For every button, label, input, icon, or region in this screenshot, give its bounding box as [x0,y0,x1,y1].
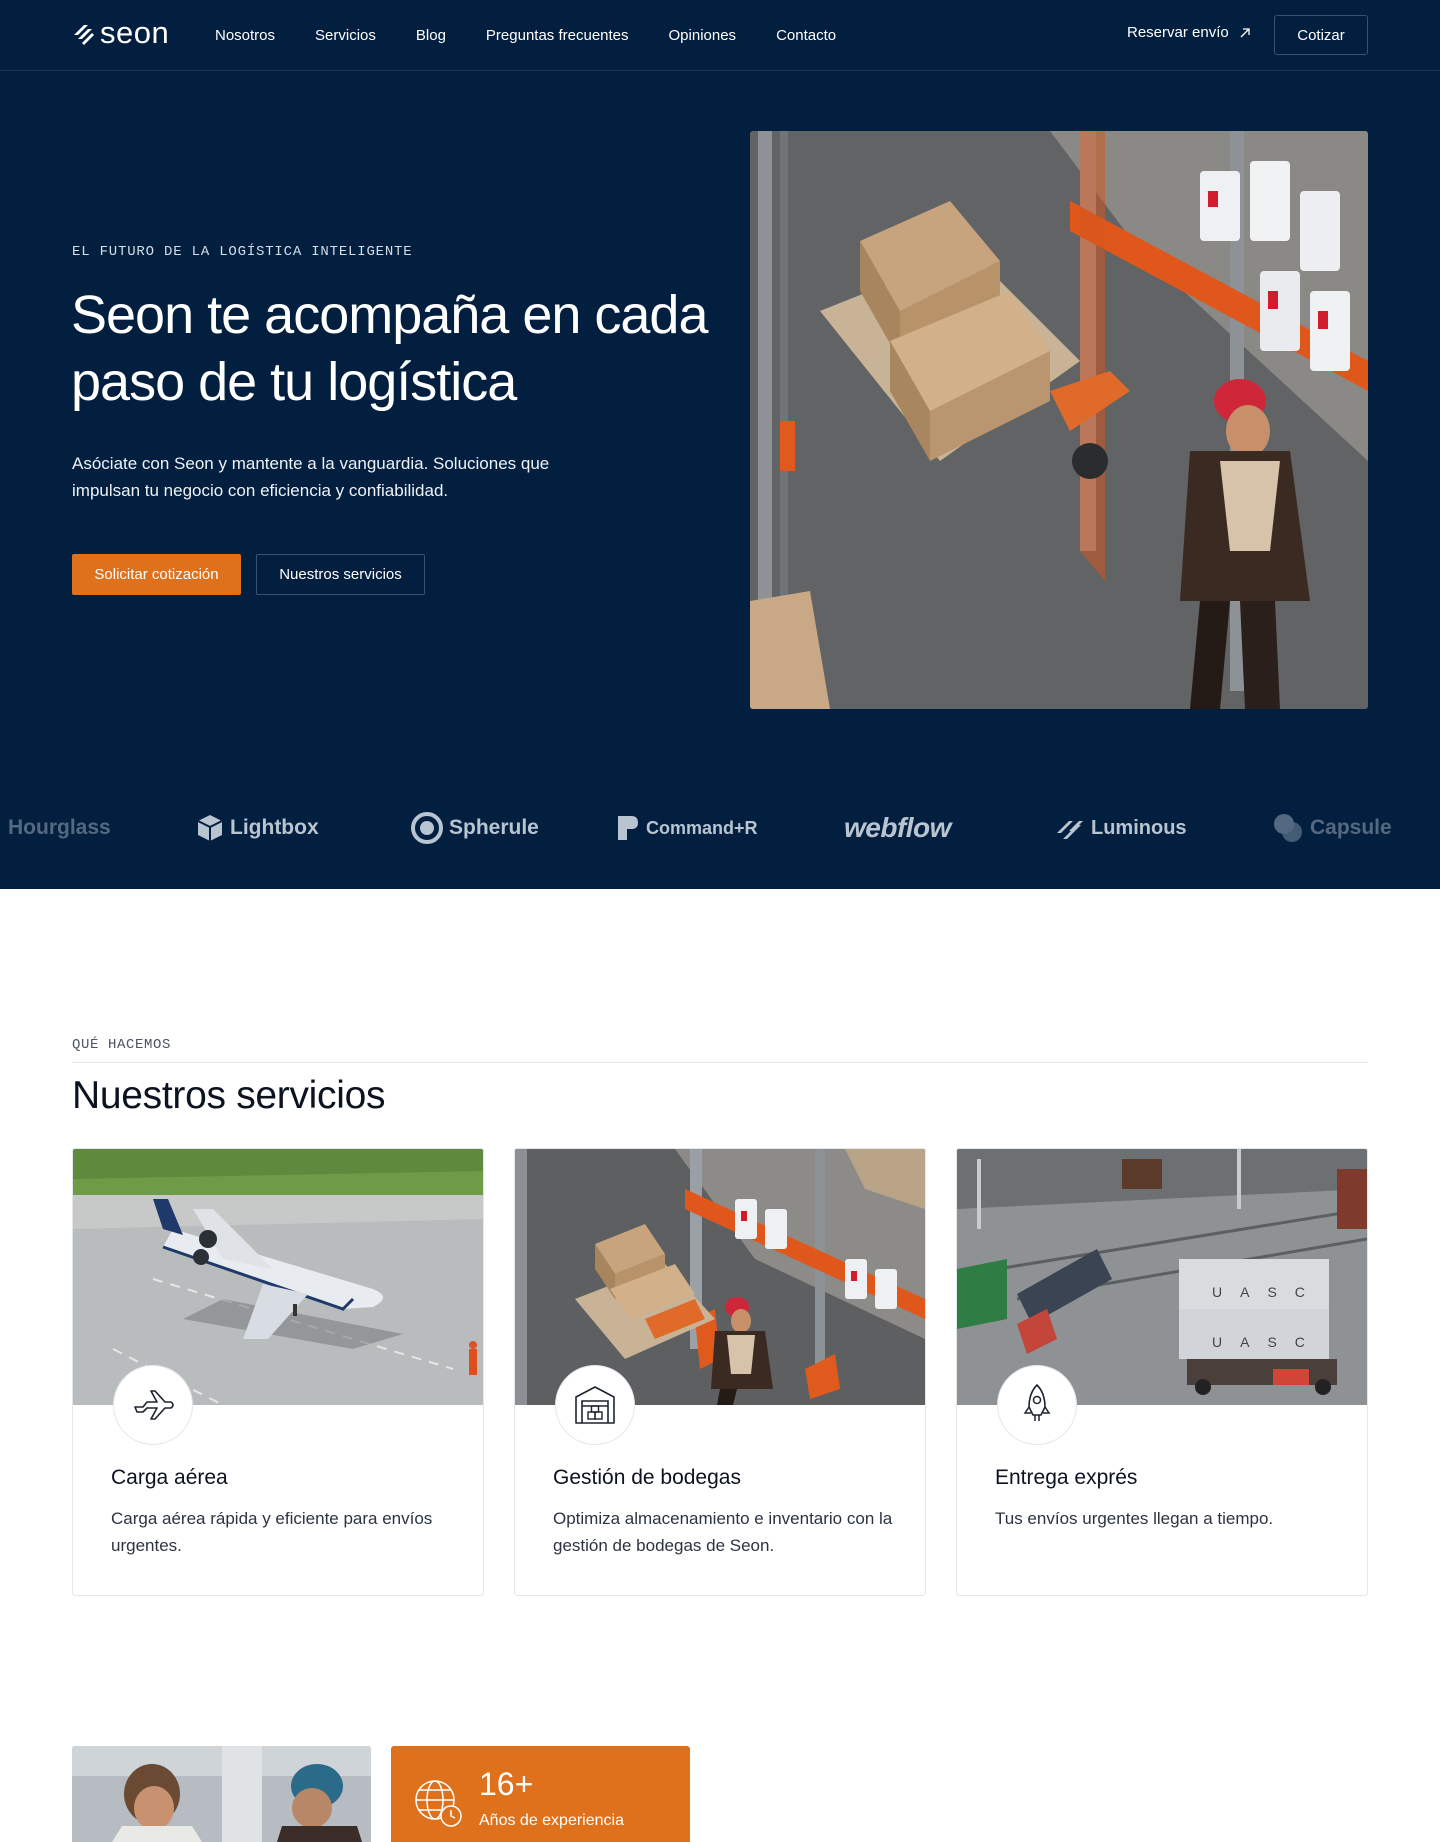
sphere-icon [411,812,443,844]
services-title: Nuestros servicios [72,1074,386,1117]
services-divider [72,1062,1368,1063]
airplane-image [73,1149,483,1405]
card-description: Tus envíos urgentes llegan a tiempo. [995,1509,1274,1528]
cube-icon [197,815,223,841]
service-card-express[interactable]: UASC UASC Entrega exprés Tus envíos urge… [956,1148,1368,1596]
seon-logo-icon [74,25,94,45]
warehouse-icon [575,1386,615,1424]
hero-subtitle: Asóciate con Seon y mantente a la vangua… [72,454,550,500]
warehouse-image [515,1149,925,1405]
card-title: Gestión de bodegas [553,1466,741,1489]
partner-logo-commandr: Command+R [616,803,758,853]
service-card-warehouse[interactable]: Gestión de bodegas Optimiza almacenamien… [514,1148,926,1596]
nav-item-nosotros[interactable]: Nosotros [215,27,275,44]
svg-text:UASC: UASC [1212,1334,1323,1350]
partner-name: Luminous [1091,816,1187,839]
partner-name: Spherule [449,816,539,839]
nav-item-preguntas[interactable]: Preguntas frecuentes [486,27,629,44]
nav-item-contacto[interactable]: Contacto [776,27,836,44]
partner-name: Lightbox [230,816,319,839]
card-description: Optimiza almacenamiento e inventario con… [553,1509,893,1555]
card-description: Carga aérea rápida y eficiente para enví… [111,1509,433,1555]
airplane-icon [134,1390,174,1420]
partner-logos: Hourglass Lightbox Spherule Command+R we… [0,803,1440,853]
nav-item-blog[interactable]: Blog [416,27,446,44]
partner-name: webflow [844,812,951,843]
seon-logo[interactable]: seon [72,15,170,50]
card-title: Carga aérea [111,1466,228,1489]
quote-button[interactable]: Cotizar [1274,15,1368,55]
reserve-link[interactable]: Reservar envío [1127,24,1251,41]
partner-logo-hourglass: Hourglass [8,803,111,853]
hero-section: EL FUTURO DE LA LOGÍSTICA INTELIGENTE Se… [0,71,1440,889]
stripes-icon [1057,821,1083,839]
request-quote-button[interactable]: Solicitar cotización [72,554,241,595]
card-title: Entrega exprés [995,1466,1138,1489]
main-nav: Nosotros Servicios Blog Preguntas frecue… [215,0,876,70]
partner-logo-lightbox: Lightbox [196,803,319,853]
reserve-label: Reservar envío [1127,24,1229,41]
rocket-icon [1023,1384,1051,1421]
services-eyebrow: QUÉ HACEMOS [72,1037,172,1053]
arrow-up-right-icon [1240,27,1250,37]
experience-stat-card: 16+ Años de experiencia [391,1746,690,1842]
our-services-button[interactable]: Nuestros servicios [256,554,425,595]
command-icon [618,816,638,840]
partner-name: Hourglass [8,816,111,839]
nav-item-opiniones[interactable]: Opiniones [669,27,737,44]
stat-value: 16+ [479,1766,534,1802]
partner-name: Capsule [1310,816,1392,839]
partner-logo-capsule: Capsule [1272,803,1392,853]
stat-label: Años de experiencia [479,1812,624,1829]
port-trucks-image: UASC UASC [957,1149,1367,1405]
partner-name: Command+R [646,817,758,838]
nav-item-servicios[interactable]: Servicios [315,27,376,44]
hero-warehouse-image [750,131,1368,709]
svg-text:UASC: UASC [1212,1284,1323,1300]
service-card-air-cargo[interactable]: Carga aérea Carga aérea rápida y eficien… [72,1148,484,1596]
partner-logo-webflow: webflow [844,803,951,853]
card-icon-badge [555,1365,635,1445]
card-icon-badge [997,1365,1077,1445]
globe-clock-icon [415,1780,462,1827]
team-image [72,1746,371,1842]
partner-logo-spherule: Spherule [411,803,539,853]
hero-title: Seon te acompaña en cada paso de tu logí… [71,285,709,412]
partner-logo-luminous: Luminous [1055,803,1187,853]
logo-text: seon [100,15,170,50]
card-icon-badge [113,1365,193,1445]
capsule-icon [1274,814,1302,842]
site-header: seon Nosotros Servicios Blog Preguntas f… [0,0,1440,71]
hero-eyebrow: EL FUTURO DE LA LOGÍSTICA INTELIGENTE [72,244,413,260]
